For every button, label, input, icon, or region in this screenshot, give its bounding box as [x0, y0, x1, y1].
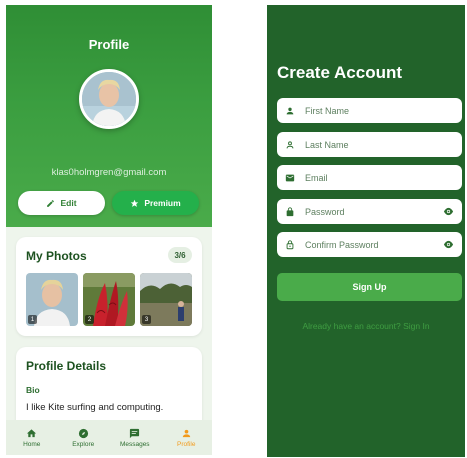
page-title: Create Account [277, 63, 403, 82]
password-field[interactable]: Password [277, 199, 462, 224]
lock-icon [285, 206, 295, 217]
bottom-nav: Home Explore Messages Profile [6, 420, 212, 455]
star-icon [130, 199, 139, 208]
profile-screen: Profile klas0holmgren@gmail.com Edit Pre… [6, 5, 212, 455]
page-title: Profile [88, 37, 130, 52]
edit-label: Edit [60, 198, 77, 208]
nav-label: Messages [119, 440, 150, 448]
home-icon [26, 428, 37, 439]
person-icon [181, 428, 192, 439]
nav-item-messages[interactable]: Messages [109, 420, 161, 455]
confirm-password-field[interactable]: Confirm Password [277, 232, 462, 257]
bio-label: Bio [26, 385, 40, 395]
last-name-field[interactable]: Last Name [277, 132, 462, 157]
photos-title: My Photos [26, 249, 87, 263]
person-icon [285, 106, 295, 116]
email-placeholder: Email [305, 172, 328, 183]
photo-number: 1 [28, 315, 37, 324]
photo-thumbnail[interactable]: 2 [83, 273, 135, 326]
nav-item-home[interactable]: Home [6, 420, 58, 455]
first-name-placeholder: First Name [305, 105, 350, 116]
premium-button[interactable]: Premium [112, 191, 199, 215]
last-name-placeholder: Last Name [305, 139, 349, 150]
person-outline-icon [285, 140, 295, 150]
nav-item-profile[interactable]: Profile [161, 420, 213, 455]
bio-text: I like Kite surfing and computing. [26, 402, 164, 413]
nav-item-explore[interactable]: Explore [58, 420, 110, 455]
photos-card: My Photos 3/6 1 2 3 [16, 237, 202, 336]
pencil-icon [46, 199, 55, 208]
premium-label: Premium [144, 198, 181, 208]
photo-thumbnail[interactable]: 1 [26, 273, 78, 326]
edit-profile-button[interactable]: Edit [18, 191, 105, 215]
eye-icon[interactable] [443, 240, 454, 249]
compass-icon [78, 428, 89, 439]
user-email: klas0holmgren@gmail.com [51, 167, 167, 178]
email-icon [285, 173, 295, 183]
profile-details-title: Profile Details [26, 359, 107, 373]
photo-number: 2 [85, 315, 94, 324]
photo-count-badge: 3/6 [168, 247, 192, 263]
first-name-field[interactable]: First Name [277, 98, 462, 123]
sign-up-button[interactable]: Sign Up [277, 273, 462, 301]
signup-screen: Create Account First Name Last Name Emai… [267, 5, 465, 457]
confirm-password-placeholder: Confirm Password [305, 239, 379, 250]
photo-thumbnail[interactable]: 3 [140, 273, 192, 326]
profile-header: Profile klas0holmgren@gmail.com Edit Pre… [6, 5, 212, 227]
email-field[interactable]: Email [277, 165, 462, 190]
eye-icon[interactable] [443, 207, 454, 216]
message-icon [129, 428, 140, 439]
nav-label: Profile [177, 440, 196, 448]
photo-number: 3 [142, 315, 151, 324]
sign-in-link[interactable]: Already have an account? Sign In [267, 321, 465, 331]
password-placeholder: Password [305, 206, 345, 217]
nav-label: Explore [72, 440, 95, 448]
nav-label: Home [23, 440, 41, 448]
lock-outline-icon [285, 239, 295, 250]
avatar[interactable] [79, 69, 139, 129]
